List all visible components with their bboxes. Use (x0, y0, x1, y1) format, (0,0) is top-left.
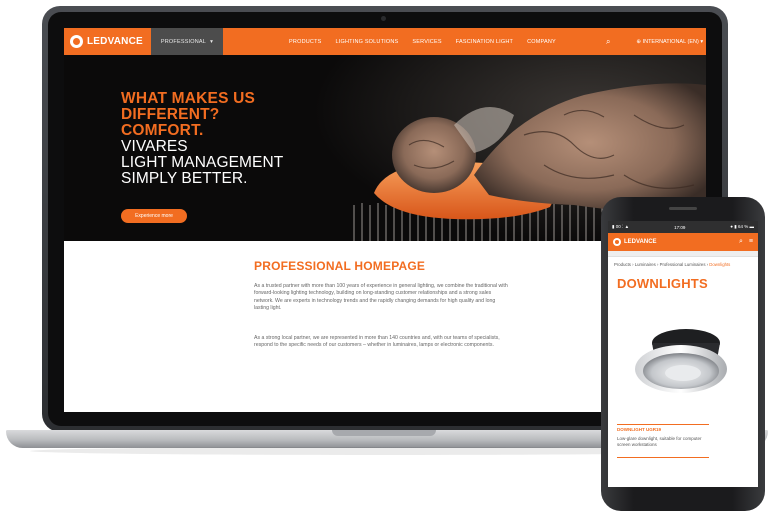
intro-paragraph: As a trusted partner with more than 100 … (254, 283, 508, 312)
chevron-down-icon: ▾ (210, 38, 214, 45)
battery-status: ● ▮ 64 % ▬ (730, 224, 754, 229)
phone-screen: ▮ 00 ⁚ ▲ 17:09 ● ▮ 64 % ▬ LEDVANCE ⌕ ≡ P… (608, 221, 758, 487)
headline-line-6: SIMPLY BETTER. (121, 170, 248, 187)
headline-line-5: LIGHT MANAGEMENT (121, 154, 284, 171)
product-label[interactable]: DOWNLIGHT UGR19 (617, 427, 661, 432)
breadcrumb-current: Downlights (709, 262, 731, 267)
status-time: 17:09 (674, 224, 686, 230)
mobile-nav-icons: ⌕ ≡ (739, 238, 753, 246)
status-bar: ▮ 00 ⁚ ▲ 17:09 ● ▮ 64 % ▬ (608, 221, 758, 233)
nav-link-company[interactable]: COMPANY (527, 39, 556, 45)
site-nav: LEDVANCE PROFESSIONAL ▾ PRODUCTS LIGHTIN… (64, 28, 706, 55)
region-label: INTERNATIONAL (EN) (642, 38, 699, 45)
professional-tab[interactable]: PROFESSIONAL ▾ (150, 28, 224, 55)
professional-tab-label: PROFESSIONAL (160, 38, 207, 45)
downlight-product-image[interactable] (626, 317, 736, 407)
nav-link-fascination-light[interactable]: FASCINATION LIGHT (456, 39, 513, 45)
mobile-page-title: DOWNLIGHTS (617, 276, 708, 291)
laptop-notch (332, 430, 436, 436)
headline-line-1: WHAT MAKES US (121, 90, 256, 107)
globe-icon: ⊕ (636, 38, 642, 45)
nav-links: PRODUCTS LIGHTING SOLUTIONS SERVICES FAS… (289, 39, 556, 45)
breadcrumb-trail[interactable]: Products › Luminaires › Professional Lum… (614, 262, 709, 267)
search-icon[interactable]: ⌕ (606, 37, 610, 47)
region-selector[interactable]: ⊕ INTERNATIONAL (EN) ▾ (636, 39, 703, 45)
chevron-down-icon: ▾ (700, 38, 704, 45)
headline-line-3: COMFORT. (121, 122, 204, 139)
search-icon[interactable]: ⌕ (739, 238, 743, 246)
logo-icon (613, 238, 621, 246)
logo-icon (70, 35, 83, 48)
mobile-logo-text[interactable]: LEDVANCE (624, 239, 657, 245)
partner-paragraph: As a strong local partner, we are repres… (254, 335, 500, 349)
speaker-icon (669, 207, 697, 210)
nav-link-services[interactable]: SERVICES (412, 39, 441, 45)
logo-text: LEDVANCE (87, 36, 143, 47)
hero-headline: WHAT MAKES US DIFFERENT? COMFORT. VIVARE… (121, 91, 283, 187)
divider (617, 457, 709, 458)
headline-line-4: VIVARES (121, 138, 188, 155)
camera-icon (381, 16, 386, 21)
product-description: Low-glare downlight, suitable for comput… (617, 436, 702, 447)
experience-more-button[interactable]: Experience more (121, 209, 187, 223)
mobile-nav: LEDVANCE ⌕ ≡ (608, 233, 758, 251)
device-mockup: LEDVANCE PROFESSIONAL ▾ PRODUCTS LIGHTIN… (0, 0, 770, 513)
nav-link-products[interactable]: PRODUCTS (289, 39, 321, 45)
breadcrumb: Products › Luminaires › Professional Lum… (608, 257, 758, 267)
page-title: PROFESSIONAL HOMEPAGE (254, 259, 426, 273)
headline-line-2: DIFFERENT? (121, 106, 220, 123)
hamburger-menu-icon[interactable]: ≡ (749, 238, 753, 246)
carrier-signal: ▮ 00 ⁚ ▲ (612, 224, 630, 229)
nav-link-lighting-solutions[interactable]: LIGHTING SOLUTIONS (336, 39, 399, 45)
ledvance-logo[interactable]: LEDVANCE (64, 28, 151, 55)
divider (617, 424, 709, 425)
